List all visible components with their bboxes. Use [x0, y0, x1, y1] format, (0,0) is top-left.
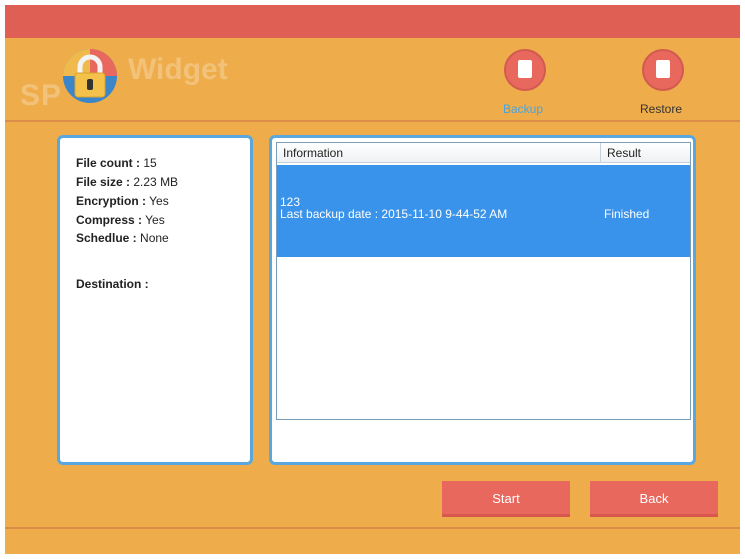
backup-icon [504, 49, 546, 91]
footer-divider [5, 527, 740, 529]
logo-name-text: Widget [128, 53, 228, 86]
table-row[interactable]: 123 Last backup date : 2015-11-10 9-44-5… [277, 165, 690, 257]
destination-label: Destination : [76, 277, 149, 291]
document-icon [518, 60, 532, 78]
encryption-label: Encryption : [76, 194, 147, 208]
logo-prefix-text: SP [20, 79, 63, 112]
results-panel: Information Result 123 Last backup date … [269, 135, 696, 465]
table-header: Information Result [277, 143, 690, 163]
padlock-icon [63, 49, 117, 103]
restore-button[interactable]: Restore [621, 49, 701, 117]
file-size-value: 2.23 MB [133, 175, 179, 189]
title-bar[interactable] [5, 5, 740, 38]
file-count-row: File count : 15 [76, 156, 157, 170]
file-count-label: File count : [76, 156, 140, 170]
backup-button[interactable]: Backup [483, 49, 563, 117]
back-button[interactable]: Back [590, 481, 718, 517]
column-header-information[interactable]: Information [283, 146, 343, 160]
backup-label: Backup [502, 102, 544, 116]
app-window: SP Widget Backup Restore File count : 15… [5, 5, 740, 554]
file-size-row: File size : 2.23 MB [76, 175, 178, 189]
row-result: Finished [604, 207, 650, 221]
compress-label: Compress : [76, 213, 143, 227]
summary-panel: File count : 15 File size : 2.23 MB Encr… [57, 135, 253, 465]
start-button[interactable]: Start [442, 481, 570, 517]
schedule-label: Schedlue : [76, 231, 137, 245]
row-detail: Last backup date : 2015-11-10 9-44-52 AM [280, 207, 508, 221]
schedule-value: None [140, 231, 169, 245]
compress-row: Compress : Yes [76, 213, 165, 227]
compress-value: Yes [145, 213, 165, 227]
restore-icon [642, 49, 684, 91]
file-count-value: 15 [143, 156, 157, 170]
restore-label: Restore [639, 102, 683, 116]
column-divider[interactable] [600, 143, 601, 162]
document-icon [656, 60, 670, 78]
encryption-value: Yes [149, 194, 169, 208]
encryption-row: Encryption : Yes [76, 194, 169, 208]
destination-row: Destination : [76, 277, 149, 291]
header-divider [5, 120, 740, 122]
file-size-label: File size : [76, 175, 131, 189]
results-table[interactable]: Information Result 123 Last backup date … [276, 142, 691, 420]
column-header-result[interactable]: Result [607, 146, 641, 160]
schedule-row: Schedlue : None [76, 231, 169, 245]
app-logo: SP Widget [17, 41, 228, 112]
